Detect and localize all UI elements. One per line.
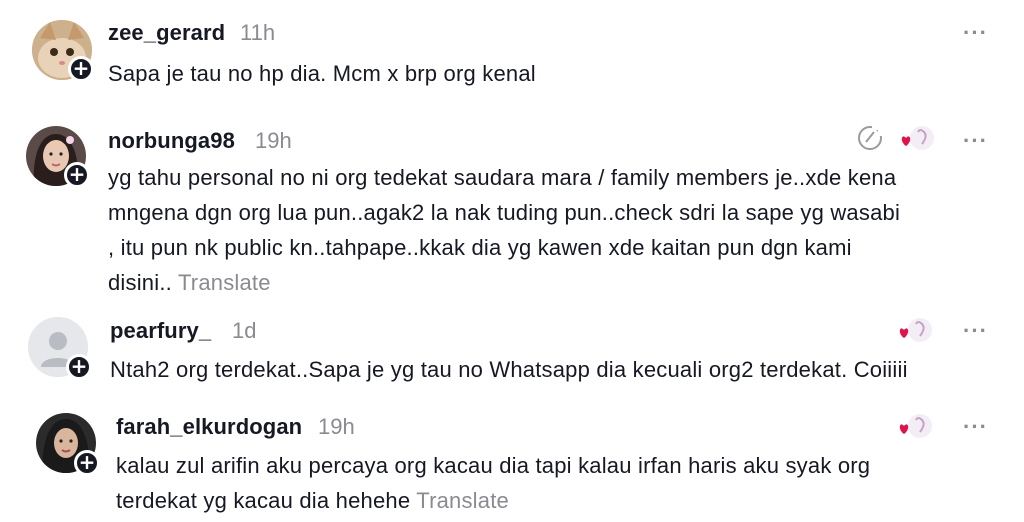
comment-line: terdekat yg kacau dia hehehe [116, 488, 411, 513]
comment-line: kalau zul arifin aku percaya org kacau d… [116, 453, 871, 478]
comment-time: 19h [318, 414, 355, 439]
comment-item: + farah_elkurdogan 19h ··· kalau zul ari… [0, 0, 1024, 522]
heart-avatar-icon [898, 412, 934, 442]
comment-text: kalau zul arifin aku percaya org kacau d… [116, 448, 996, 518]
translate-link[interactable]: Translate [416, 488, 509, 513]
more-icon[interactable]: ··· [963, 414, 988, 440]
follow-plus-icon[interactable]: + [74, 450, 100, 476]
comment-username[interactable]: farah_elkurdogan [116, 414, 302, 440]
